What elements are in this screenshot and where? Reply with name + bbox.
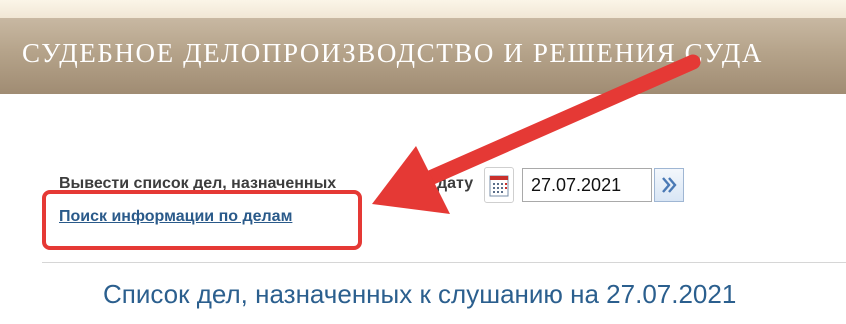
double-chevron-right-icon xyxy=(662,177,677,193)
case-search-link[interactable]: Поиск информации по делам xyxy=(59,208,292,226)
case-list-heading: Список дел, назначенных к слушанию на 27… xyxy=(103,279,737,309)
date-filter-label-end: дату xyxy=(437,175,474,192)
date-input[interactable] xyxy=(522,168,652,202)
calendar-icon xyxy=(489,175,509,197)
divider xyxy=(42,262,846,263)
top-bar xyxy=(0,0,846,18)
page-title: СУДЕБНОЕ ДЕЛОПРОИЗВОДСТВО И РЕШЕНИЯ СУДА xyxy=(22,38,763,68)
show-list-button[interactable] xyxy=(654,168,684,202)
calendar-button[interactable] xyxy=(484,167,514,203)
